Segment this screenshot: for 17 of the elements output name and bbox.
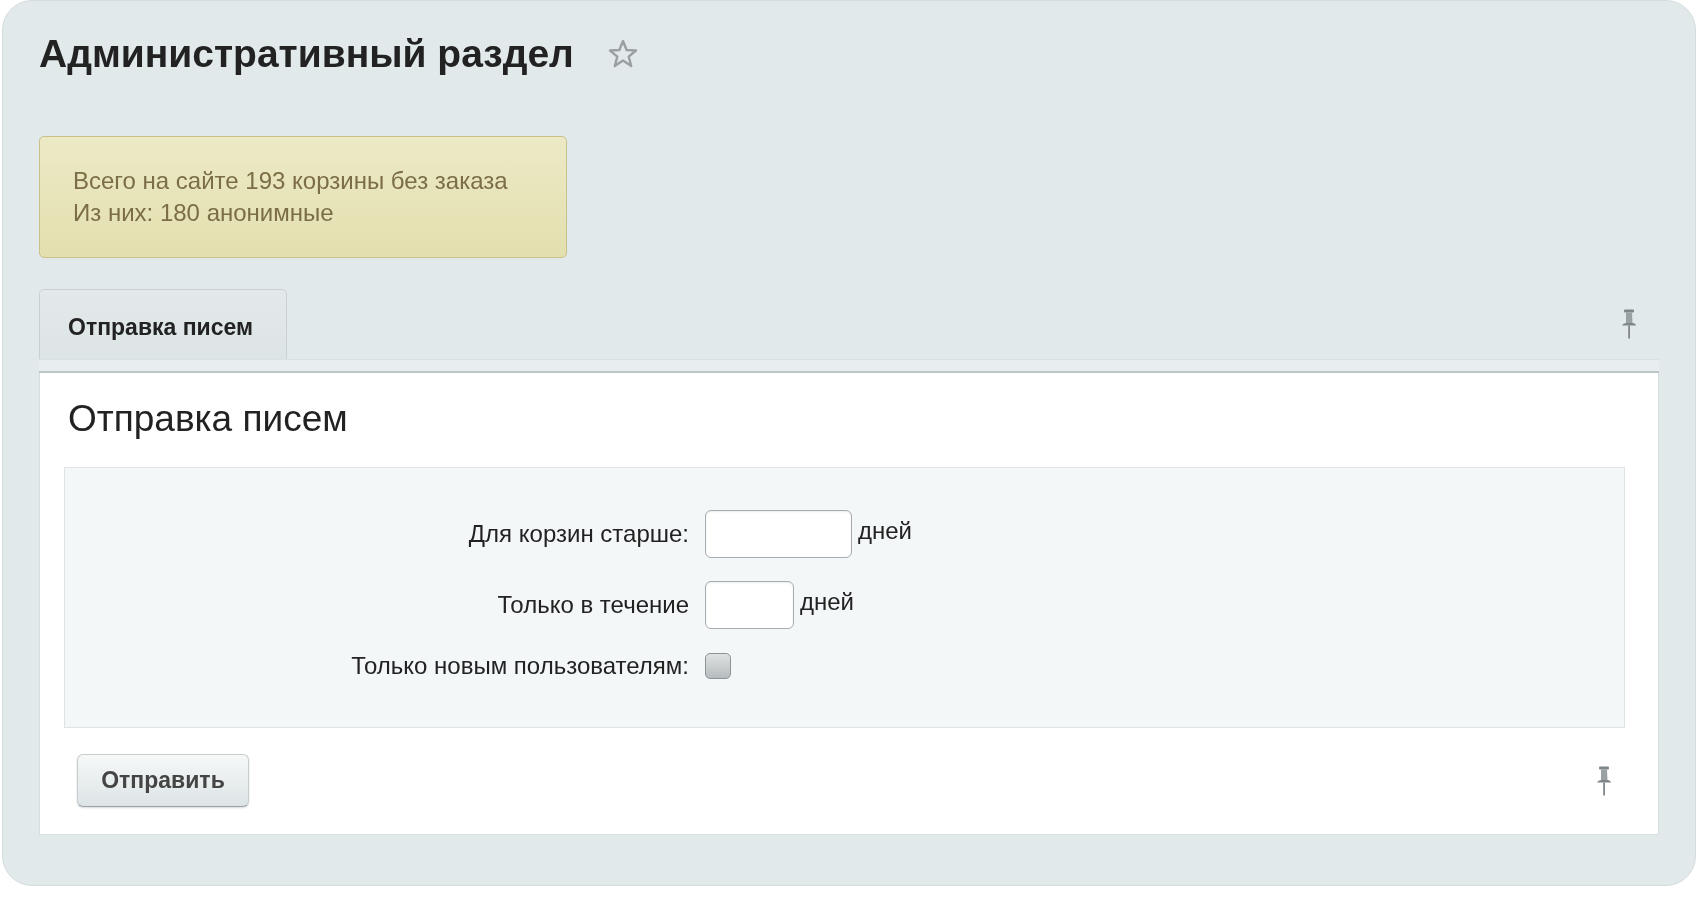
unit-label: дней (800, 588, 854, 616)
submit-button[interactable]: Отправить (77, 754, 249, 807)
pushpin-icon[interactable] (1596, 765, 1612, 796)
tab[interactable]: Отправка писем (39, 289, 287, 359)
section-title: Отправка писем (68, 398, 349, 440)
page-title: Административный раздел (39, 31, 574, 76)
input-field[interactable] (705, 581, 794, 629)
field-label: Только в течение (497, 591, 689, 619)
field-label: Только новым пользователям: (351, 652, 689, 680)
notice-text: Всего на сайте 193 корзины без заказа (73, 166, 509, 196)
checkbox[interactable] (705, 653, 731, 679)
input-field[interactable] (705, 510, 852, 558)
pushpin-icon[interactable] (1621, 309, 1637, 339)
notice-text: Из них: 180 анонимные (73, 198, 335, 228)
unit-label: дней (858, 517, 912, 545)
field-label: Для корзин старше: (468, 520, 689, 548)
star-icon[interactable] (607, 38, 638, 69)
